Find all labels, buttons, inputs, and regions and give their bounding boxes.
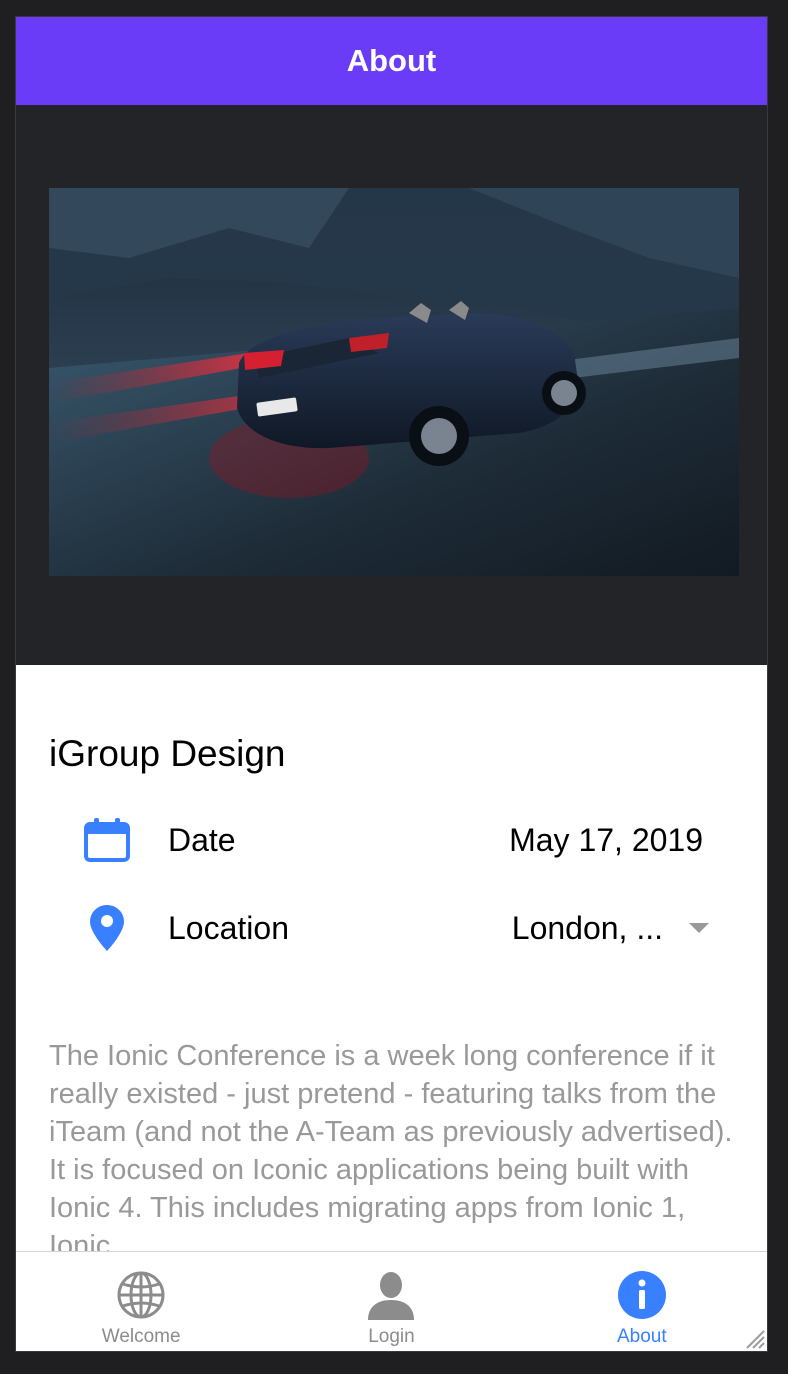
app-window: About iGroup Design Date May 17, 2019 Lo…: [16, 17, 767, 1351]
tab-welcome[interactable]: Welcome: [16, 1252, 266, 1351]
resize-grip-icon[interactable]: [743, 1327, 765, 1349]
tab-label: About: [616, 1326, 667, 1347]
tab-label: Welcome: [101, 1326, 181, 1347]
globe-icon: [114, 1268, 168, 1322]
event-details: iGroup Design Date May 17, 2019 Location…: [16, 665, 767, 1251]
hero-section: [16, 105, 767, 665]
location-label: Location: [168, 909, 289, 946]
date-row: Date May 17, 2019: [16, 810, 767, 870]
location-select[interactable]: London, ...: [512, 910, 663, 947]
toolbar: About: [16, 17, 767, 105]
convertible-car-photo: [49, 188, 739, 576]
tab-about[interactable]: About: [517, 1252, 767, 1351]
date-value[interactable]: May 17, 2019: [509, 822, 703, 859]
event-title: iGroup Design: [49, 733, 286, 774]
location-row[interactable]: Location London, ...: [16, 898, 767, 958]
calendar-icon: [82, 815, 132, 865]
tab-login[interactable]: Login: [266, 1252, 516, 1351]
date-label: Date: [168, 821, 236, 858]
info-icon: [615, 1268, 669, 1322]
tab-label: Login: [368, 1326, 415, 1347]
tab-bar: Welcome Login About: [16, 1251, 767, 1351]
chevron-down-icon[interactable]: [689, 923, 709, 933]
event-description: The Ionic Conference is a week long conf…: [49, 1040, 733, 1251]
location-pin-icon: [82, 903, 132, 953]
page-title: About: [346, 43, 437, 78]
hero-image: [49, 188, 739, 576]
person-icon: [364, 1268, 418, 1322]
